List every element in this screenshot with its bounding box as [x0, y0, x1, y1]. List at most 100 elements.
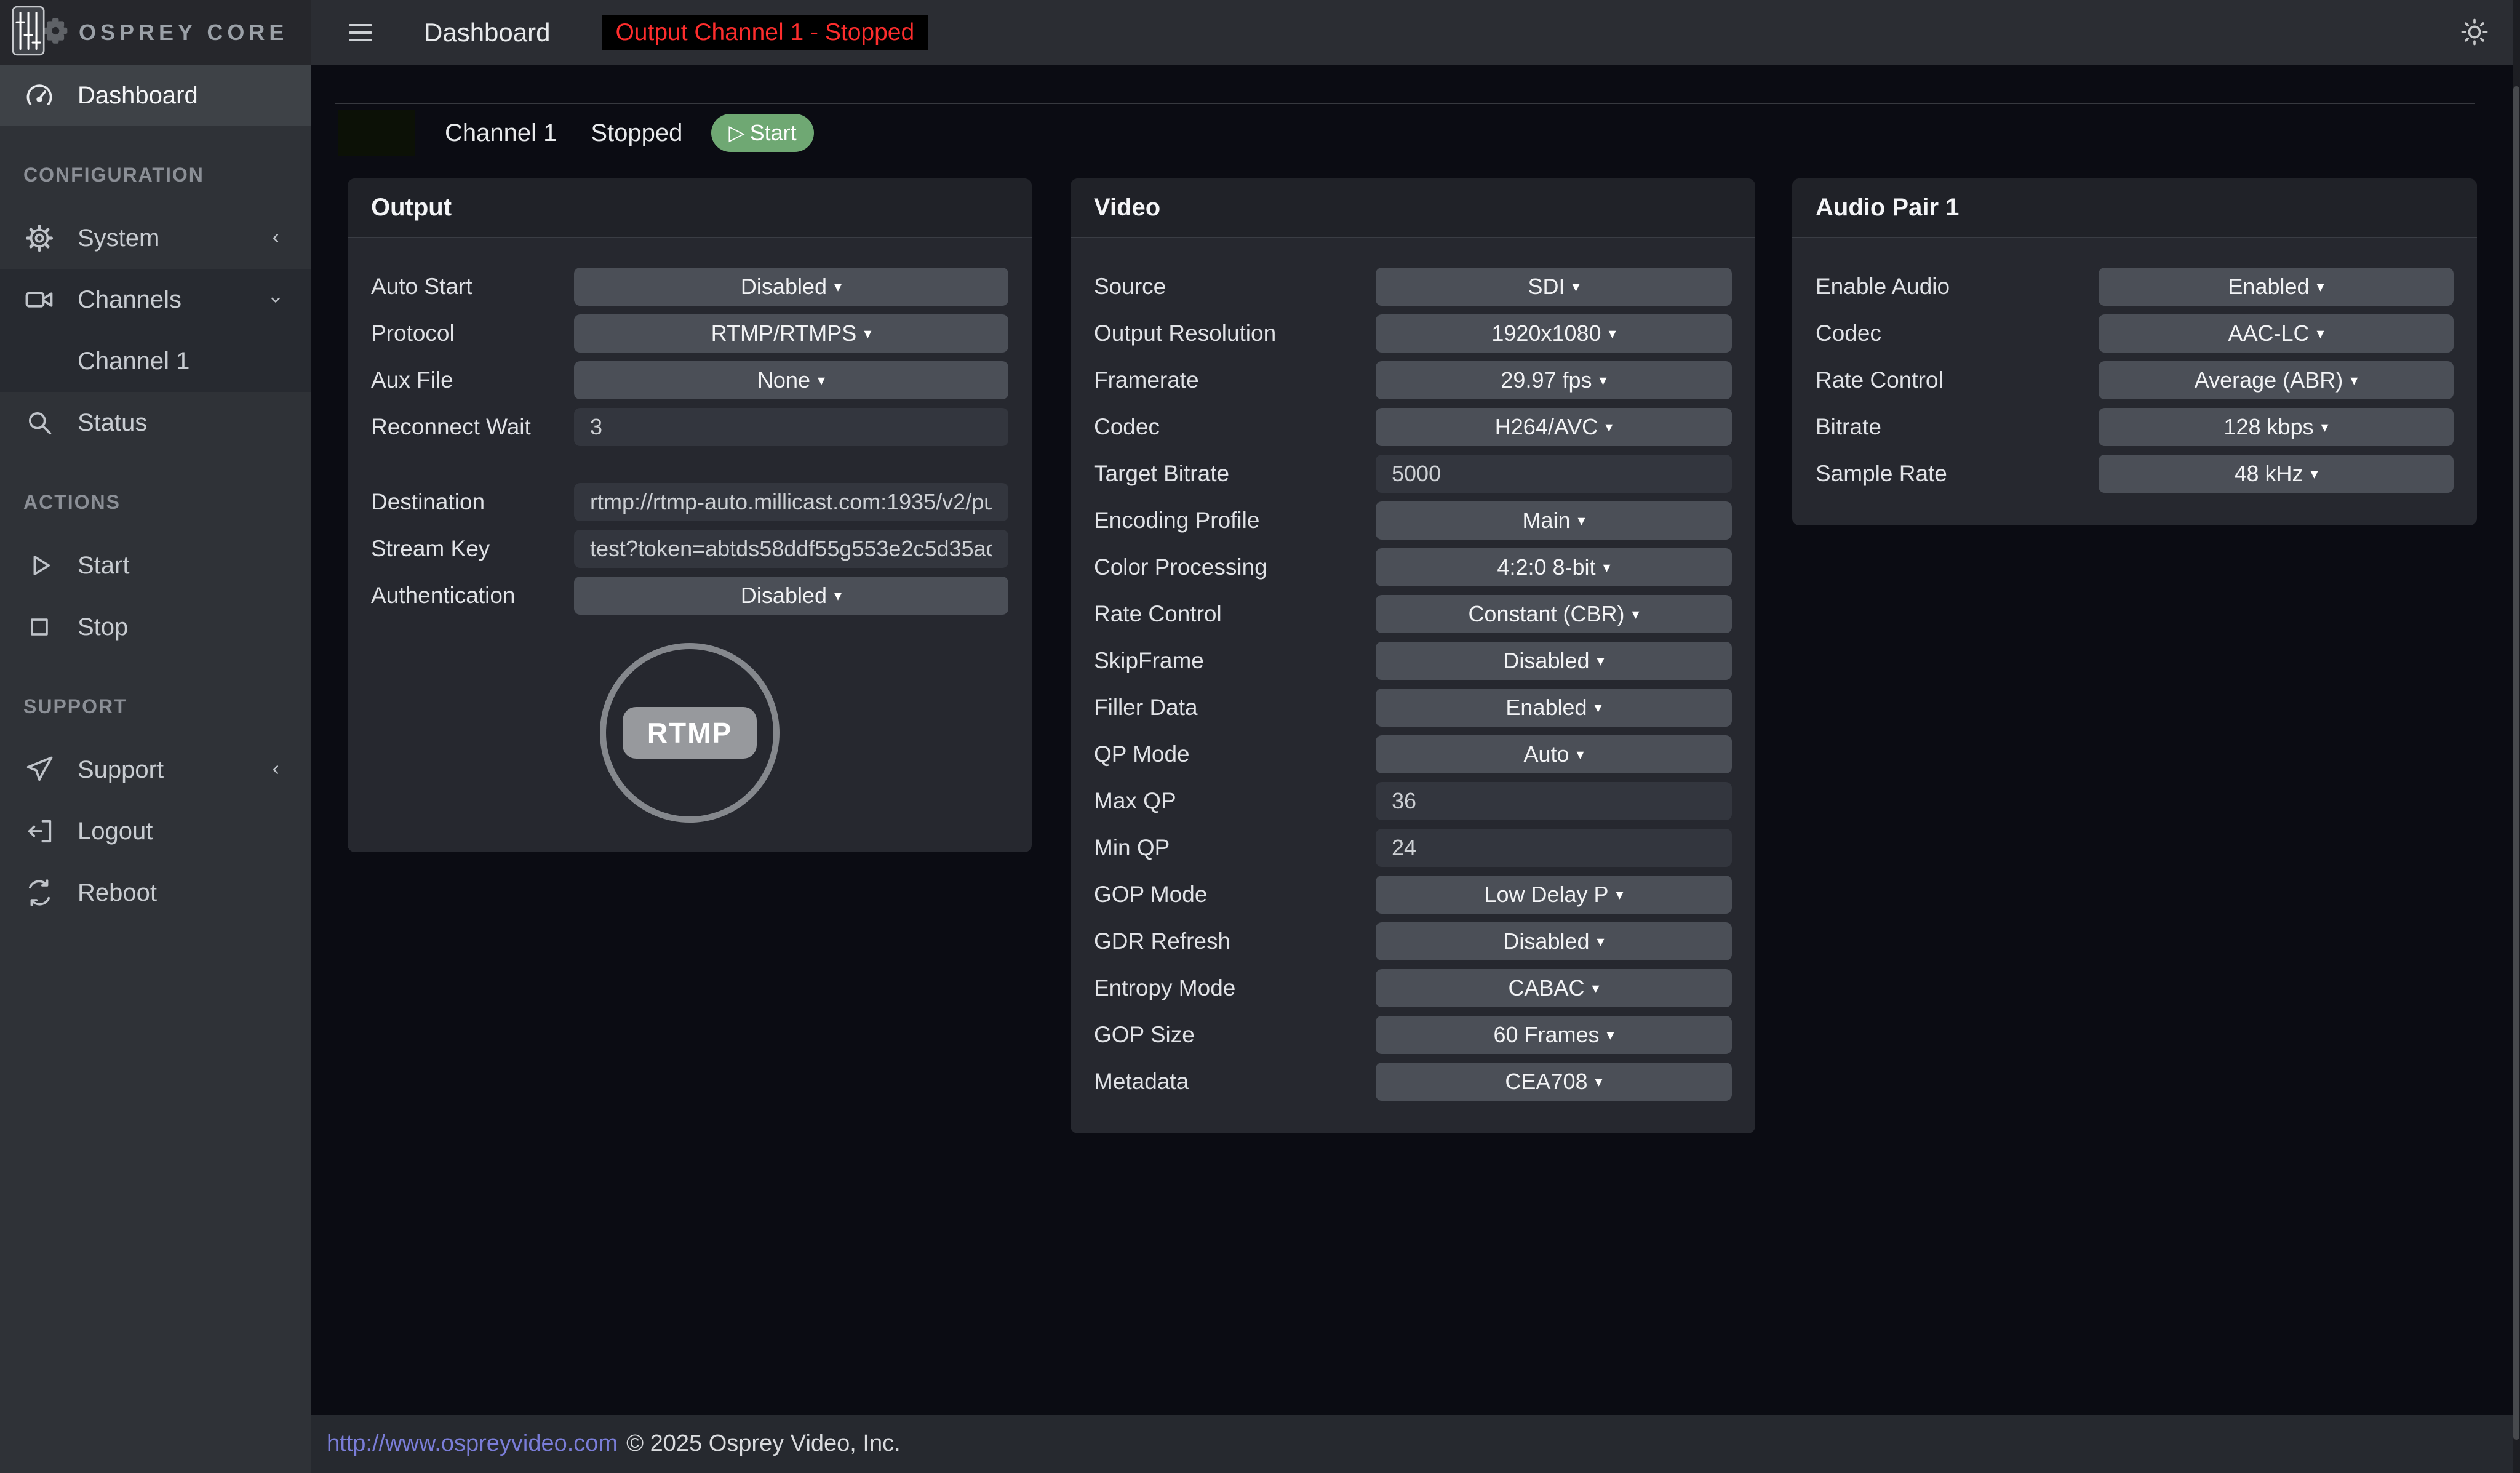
panel-title: Video — [1094, 194, 1160, 222]
video-panel-body: SourceSDI▾Output Resolution1920x1080▾Fra… — [1071, 238, 1755, 1101]
field-row-skipframe: SkipFrameDisabled▾ — [1094, 642, 1732, 680]
entropy-mode-dropdown[interactable]: CABAC ▾ — [1376, 969, 1732, 1007]
start-button-label: Start — [750, 120, 797, 146]
sidebar-item-start[interactable]: Start — [0, 535, 311, 596]
sidebar-item-label: Start — [78, 552, 129, 580]
sidebar-item-status[interactable]: Status — [0, 392, 311, 453]
sidebar-item-support[interactable]: Support — [0, 739, 311, 800]
field-row-aux-file: Aux FileNone▾ — [371, 361, 1008, 399]
sidebar-item-label: Support — [78, 756, 164, 784]
sample-rate-value: 48 kHz — [2234, 461, 2303, 487]
hamburger-icon[interactable] — [349, 24, 372, 41]
rate-control-dropdown[interactable]: Constant (CBR) ▾ — [1376, 595, 1732, 633]
source-dropdown[interactable]: SDI▾ — [1376, 268, 1732, 306]
min-qp-input[interactable] — [1376, 829, 1732, 867]
destination-label: Destination — [371, 489, 574, 515]
aux-file-dropdown[interactable]: None▾ — [574, 361, 1008, 399]
gauge-icon — [22, 78, 57, 113]
caret-down-icon: ▾ — [2311, 465, 2318, 483]
target-bitrate-input[interactable] — [1376, 455, 1732, 493]
field-row-output-resolution: Output Resolution1920x1080▾ — [1094, 314, 1732, 353]
protocol-label: Protocol — [371, 321, 574, 346]
video-panel-header: Video — [1071, 178, 1755, 238]
stream-key-label: Stream Key — [371, 536, 574, 562]
send-icon — [22, 752, 57, 787]
filler-data-label: Filler Data — [1094, 695, 1376, 721]
gop-mode-dropdown[interactable]: Low Delay P▾ — [1376, 876, 1732, 914]
codec-dropdown[interactable]: H264/AVC▾ — [1376, 408, 1732, 446]
field-row-entropy-mode: Entropy ModeCABAC▾ — [1094, 969, 1732, 1007]
sidebar-item-reboot[interactable]: Reboot — [0, 862, 311, 924]
caret-down-icon: ▾ — [1632, 605, 1640, 623]
output-resolution-dropdown[interactable]: 1920x1080▾ — [1376, 314, 1732, 353]
caret-down-icon: ▾ — [2316, 325, 2324, 343]
encoding-profile-dropdown[interactable]: Main▾ — [1376, 501, 1732, 540]
entropy-mode-value: CABAC — [1508, 975, 1584, 1001]
field-row-auto-start: Auto StartDisabled▾ — [371, 268, 1008, 306]
color-processing-dropdown[interactable]: 4:2:0 8-bit▾ — [1376, 548, 1732, 586]
copyright-text: © 2025 Osprey Video, Inc. — [626, 1431, 901, 1457]
protocol-dropdown[interactable]: RTMP/RTMPS▾ — [574, 314, 1008, 353]
rate-control-label: Rate Control — [1094, 601, 1376, 627]
caret-down-icon: ▾ — [1603, 559, 1611, 577]
start-channel-button[interactable]: ▷ Start — [711, 114, 813, 152]
framerate-dropdown[interactable]: 29.97 fps▾ — [1376, 361, 1732, 399]
qp-mode-dropdown[interactable]: Auto▾ — [1376, 735, 1732, 773]
authentication-label: Authentication — [371, 583, 574, 609]
rate-control-label: Rate Control — [1816, 367, 2099, 393]
auto-start-value: Disabled — [741, 274, 827, 300]
authentication-dropdown[interactable]: Disabled▾ — [574, 577, 1008, 615]
sidebar-item-channels[interactable]: Channels — [0, 269, 311, 330]
aux-file-value: None — [757, 367, 810, 393]
gdr-refresh-dropdown[interactable]: Disabled▾ — [1376, 922, 1732, 960]
brand-area: OSPREY CORE — [0, 0, 311, 65]
field-row-gdr-refresh: GDR RefreshDisabled▾ — [1094, 922, 1732, 960]
rate-control-dropdown[interactable]: Average (ABR)▾ — [2099, 361, 2454, 399]
codec-dropdown[interactable]: AAC-LC▾ — [2099, 314, 2454, 353]
field-row-filler-data: Filler DataEnabled▾ — [1094, 689, 1732, 727]
field-row-authentication: AuthenticationDisabled▾ — [371, 577, 1008, 615]
metadata-value: CEA708 — [1505, 1069, 1587, 1095]
skipframe-dropdown[interactable]: Disabled▾ — [1376, 642, 1732, 680]
reconnect-wait-input[interactable] — [574, 408, 1008, 446]
sidebar-item-dashboard[interactable]: Dashboard — [0, 65, 311, 126]
osprey-video-link[interactable]: http://www.ospreyvideo.com — [327, 1431, 618, 1457]
enable-audio-dropdown[interactable]: Enabled▾ — [2099, 268, 2454, 306]
sidebar-item-label: Status — [78, 409, 147, 437]
filler-data-dropdown[interactable]: Enabled▾ — [1376, 689, 1732, 727]
sidebar-item-logout[interactable]: Logout — [0, 800, 311, 862]
audio-pair-1-panel: Audio Pair 1 Enable AudioEnabled▾CodecAA… — [1792, 178, 2477, 525]
codec-value: H264/AVC — [1495, 414, 1598, 440]
video-camera-icon — [22, 282, 57, 317]
caret-down-icon: ▾ — [1592, 980, 1599, 997]
topbar-title[interactable]: Dashboard — [424, 18, 550, 47]
sidebar-item-label: Stop — [78, 613, 128, 641]
caret-down-icon: ▾ — [1609, 325, 1616, 343]
sidebar-item-channel-1[interactable]: Channel 1 — [0, 330, 311, 392]
sidebar-item-label: Reboot — [78, 879, 157, 907]
metadata-dropdown[interactable]: CEA708▾ — [1376, 1063, 1732, 1101]
scrollbar-thumb[interactable] — [2513, 86, 2519, 1440]
stream-key-input[interactable] — [574, 530, 1008, 568]
bitrate-dropdown[interactable]: 128 kbps▾ — [2099, 408, 2454, 446]
caret-down-icon: ▾ — [1616, 886, 1624, 904]
field-row-max-qp: Max QP — [1094, 782, 1732, 820]
sidebar-item-stop[interactable]: Stop — [0, 596, 311, 658]
sidebar-group-channels: Channels Channel 1 — [0, 269, 311, 392]
play-icon — [22, 548, 57, 583]
osprey-logo-icon — [9, 1, 73, 63]
destination-input[interactable] — [574, 483, 1008, 521]
rtmp-protocol-badge: RTMP — [600, 643, 780, 823]
sample-rate-dropdown[interactable]: 48 kHz ▾ — [2099, 455, 2454, 493]
rate-control-value: Constant (CBR) — [1468, 601, 1624, 627]
sidebar-item-label: Channels — [78, 286, 181, 314]
gop-size-dropdown[interactable]: 60 Frames▾ — [1376, 1016, 1732, 1054]
sidebar-item-system[interactable]: System — [0, 207, 311, 269]
chevron-down-icon — [265, 289, 286, 310]
sun-icon[interactable] — [2457, 15, 2492, 49]
field-row-destination: Destination — [371, 483, 1008, 521]
max-qp-input[interactable] — [1376, 782, 1732, 820]
auto-start-dropdown[interactable]: Disabled▾ — [574, 268, 1008, 306]
reboot-icon — [22, 876, 57, 910]
field-row-sample-rate: Sample Rate48 kHz▾ — [1816, 455, 2454, 493]
